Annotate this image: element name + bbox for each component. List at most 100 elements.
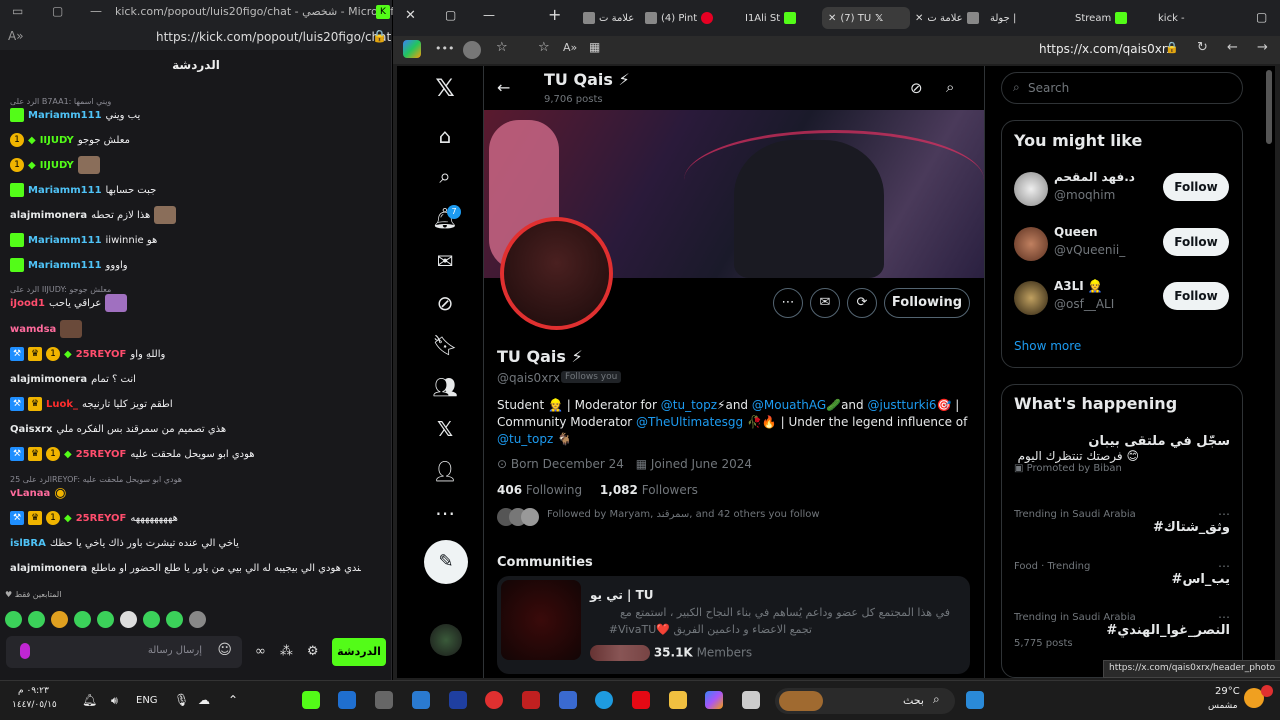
close-icon[interactable]: ✕ xyxy=(915,13,923,24)
profile-avatar[interactable] xyxy=(463,41,481,59)
minimize-icon[interactable]: — xyxy=(90,4,102,18)
emote-icon[interactable] xyxy=(51,610,68,628)
suggestion-item[interactable]: Queen @vQueenii_ Follow xyxy=(1014,223,1234,263)
followers-stat[interactable]: 1,082 Followers xyxy=(600,483,698,497)
followers-you-know-avatars[interactable] xyxy=(497,508,539,526)
favorites-icon[interactable]: ☆ xyxy=(496,40,508,55)
outlook-icon[interactable] xyxy=(338,691,356,709)
search-icon[interactable]: ⌕ xyxy=(946,78,954,96)
show-more-link[interactable]: Show more xyxy=(1014,339,1081,353)
more-options-icon[interactable]: ⋯ xyxy=(773,288,803,318)
star-icon[interactable]: ☆ xyxy=(538,40,550,55)
netflix-icon[interactable] xyxy=(632,691,650,709)
copilot-icon[interactable] xyxy=(403,40,421,58)
avatar[interactable] xyxy=(1014,172,1048,206)
avatar[interactable] xyxy=(1014,227,1048,261)
youtube-music-icon[interactable] xyxy=(485,691,503,709)
emote-icon[interactable] xyxy=(143,610,160,628)
search-input[interactable]: ⌕ Search xyxy=(1001,72,1243,104)
browser-tab[interactable]: (4) Pint xyxy=(645,7,735,29)
emoji-picker-icon[interactable]: ☺ xyxy=(217,642,232,658)
copilot-icon[interactable] xyxy=(705,691,723,709)
microphone-icon[interactable] xyxy=(20,643,30,659)
suggestion-item[interactable]: A3LI 👷 @osf__ALI Follow xyxy=(1014,277,1234,317)
back-arrow-icon[interactable]: ← xyxy=(497,78,510,97)
left-address-bar[interactable]: A» https://kick.com/popout/luis20figo/ch… xyxy=(0,24,392,50)
browser-tab[interactable]: Stream xyxy=(1075,7,1135,29)
browser-tab[interactable]: I1Ali St xyxy=(745,7,820,29)
avatar[interactable] xyxy=(1014,281,1048,315)
promoted-trend[interactable]: سجّل في ملتقى بيبان فرصتك تنتظرك اليوم 😊… xyxy=(1014,434,1230,474)
profile-avatar[interactable] xyxy=(500,217,613,330)
following-stat[interactable]: 406 Following xyxy=(497,483,582,497)
kick-app-icon[interactable] xyxy=(302,691,320,709)
new-tab-icon[interactable]: + xyxy=(548,5,561,24)
weather-condition[interactable]: مشمس xyxy=(1208,701,1238,711)
file-explorer-icon[interactable] xyxy=(669,691,687,709)
grok-icon[interactable]: ⊘ xyxy=(910,79,923,97)
right-url[interactable]: https://x.com/qais0xrx xyxy=(1039,42,1174,56)
subscribe-notifications-icon[interactable]: ⟳ xyxy=(847,288,877,318)
close-icon[interactable]: ✕ xyxy=(405,8,416,23)
suggestion-item[interactable]: د.فهد المقحم @moqhim Follow xyxy=(1014,168,1234,208)
more-icon[interactable]: ⋯ xyxy=(1218,559,1230,573)
trend-item[interactable]: Trending in Saudi Arabia ⋯ #وثق_شتاك xyxy=(1014,507,1230,535)
clock-date[interactable]: ١٤٤٧/٠٥/١٥ xyxy=(12,700,57,710)
close-icon[interactable]: ✕ xyxy=(828,13,836,24)
browser-tab[interactable]: جولة | xyxy=(990,7,1070,29)
minimize-icon[interactable]: — xyxy=(483,8,495,22)
onedrive-icon[interactable]: ☁ xyxy=(198,693,210,707)
store-icon[interactable] xyxy=(559,691,577,709)
mcafee-icon[interactable] xyxy=(522,691,540,709)
volume-icon[interactable]: 🔊︎ xyxy=(111,694,118,708)
browser-tab-active[interactable]: ✕ (7) TU 𝕏 xyxy=(822,7,910,29)
more-icon[interactable]: ⋯ xyxy=(425,498,465,528)
chat-input[interactable]: إرسال رسالة ☺ xyxy=(6,636,242,668)
gear-icon[interactable]: ⚙ xyxy=(307,644,319,659)
follow-button[interactable]: Follow xyxy=(1163,173,1229,201)
back-icon[interactable]: ← xyxy=(1227,40,1238,55)
emote-icon[interactable] xyxy=(97,610,114,628)
home-icon[interactable]: ⌂ xyxy=(425,121,465,151)
message-icon[interactable]: ✉ xyxy=(810,288,840,318)
tab-actions-icon[interactable]: ▢ xyxy=(1256,10,1267,24)
emote-icon[interactable] xyxy=(120,610,137,628)
emote-icon[interactable] xyxy=(28,610,45,628)
read-aloud-icon[interactable]: A» xyxy=(8,29,24,43)
emote-icon[interactable] xyxy=(166,610,183,628)
x-logo-icon[interactable]: 𝕏 xyxy=(425,73,465,103)
emote-icon[interactable] xyxy=(189,610,206,628)
settings-app-icon[interactable] xyxy=(375,691,393,709)
microphone-icon[interactable]: 🎙︎ xyxy=(174,693,189,707)
split-screen-icon[interactable]: ▦ xyxy=(589,40,600,54)
scrollbar[interactable] xyxy=(1266,70,1272,144)
trend-item[interactable]: Food · Trending ⋯ #يب_اس xyxy=(1014,559,1230,587)
browser-tab[interactable]: علامة ت xyxy=(583,7,638,29)
language-indicator[interactable]: ENG xyxy=(136,695,158,706)
post-button[interactable]: ✎ xyxy=(424,540,468,584)
account-avatar[interactable] xyxy=(430,624,462,656)
notification-bell-icon[interactable]: 🔔︎ xyxy=(82,693,97,707)
bookmarks-icon[interactable]: 🔖︎ xyxy=(425,330,465,360)
messages-icon[interactable]: ✉ xyxy=(425,246,465,276)
emote-icon[interactable] xyxy=(5,610,22,628)
browser-tab[interactable]: kick - xyxy=(1158,7,1218,29)
profile-icon[interactable]: 👤︎ xyxy=(425,456,465,486)
weather-temp[interactable]: 29°C xyxy=(1215,686,1240,697)
taskbar-search[interactable]: بحث ⌕ xyxy=(775,688,955,714)
trend-item[interactable]: Trending in Saudi Arabia ⋯ #النصر_غوا_ال… xyxy=(1014,610,1230,649)
window-icon[interactable]: ▢ xyxy=(445,8,456,22)
task-view-icon[interactable] xyxy=(742,691,760,709)
follow-button[interactable]: Follow xyxy=(1163,282,1229,310)
address-bar[interactable]: ••• ☆ ☆ A» ▦ https://x.com/qais0xrx 🔒 ↻ … xyxy=(393,36,1280,64)
chevron-up-icon[interactable]: ⌃ xyxy=(228,693,238,707)
emote-icon[interactable] xyxy=(74,610,91,628)
chat-send-button[interactable]: الدردشة xyxy=(332,638,386,666)
following-button[interactable]: Following xyxy=(884,288,970,318)
followed-by-text[interactable]: Followed by Maryam, سمرقند, and 42 other… xyxy=(547,509,820,520)
communities-icon[interactable]: 👥︎ xyxy=(425,372,465,402)
clock-time[interactable]: ٠٩:٢٣ م xyxy=(18,686,49,696)
browser-tab[interactable]: ✕ علامة ت xyxy=(915,7,985,29)
infinity-icon[interactable]: ∞ xyxy=(255,644,266,659)
edge-icon[interactable] xyxy=(595,691,613,709)
